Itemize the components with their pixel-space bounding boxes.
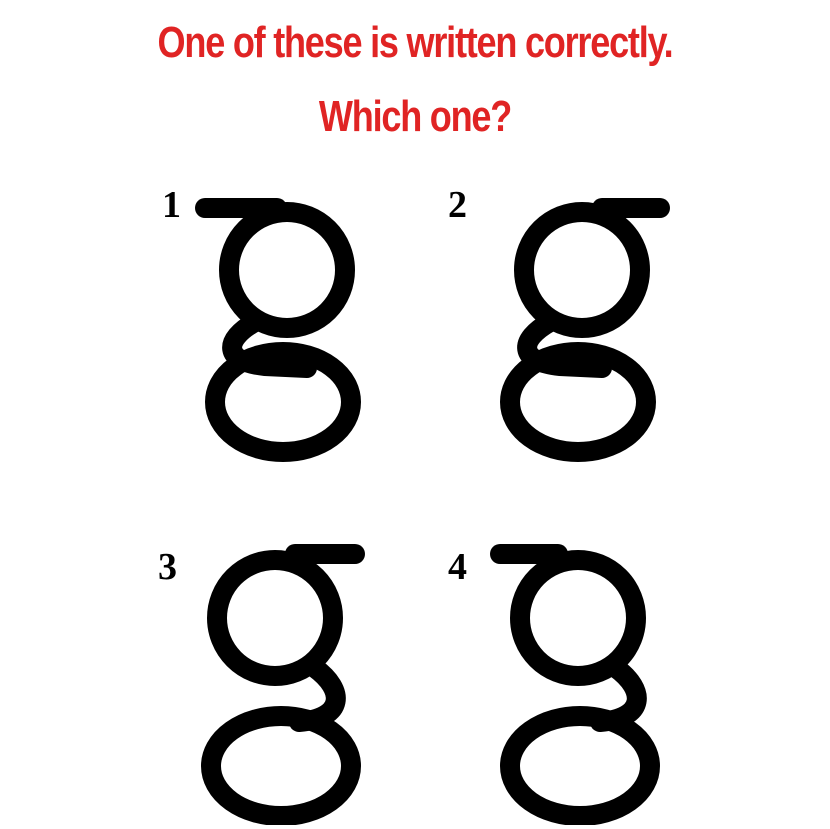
g-bowl	[514, 202, 650, 338]
option-2-number: 2	[448, 184, 467, 226]
question-line-1: One of these is written correctly.	[157, 18, 674, 67]
g-bowl	[219, 202, 355, 338]
g-loop	[201, 706, 361, 825]
option-4-number: 4	[448, 546, 467, 588]
option-3-number: 3	[158, 546, 177, 588]
option-3-g-glyph[interactable]	[195, 540, 375, 825]
option-1-g-glyph[interactable]	[195, 190, 375, 470]
option-4-g-glyph[interactable]	[488, 540, 668, 825]
question-line-2: Which one?	[318, 92, 512, 141]
option-1-number: 1	[162, 184, 181, 226]
option-2-g-glyph[interactable]	[490, 190, 670, 470]
g-loop	[500, 706, 660, 825]
